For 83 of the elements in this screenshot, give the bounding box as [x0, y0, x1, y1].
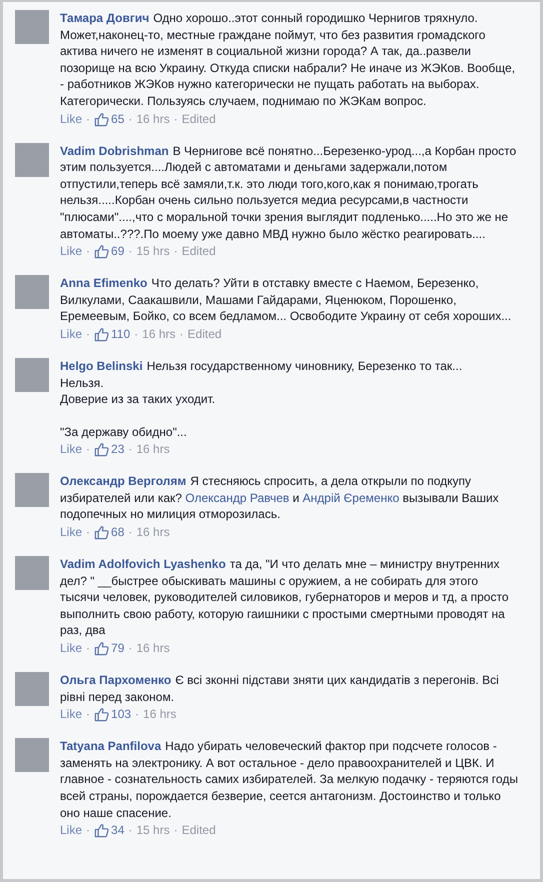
thumbs-up-icon [94, 823, 110, 838]
comment-text: Vadim Dobrishman В Чернигове всё понятно...Березенко-урод...,а Корбан просто этим пользуется....Людей с автоматами и деньгами задержали,потом отпустили,теперь всё замяли,т.к. это люди того,кого,как я понимаю,трогать нельзя.....Корбан очень сильно пользуется медиа ресурсами,в частности "плюсами"....,что с моральной точки зрения выглядит подленько.....Но это же не автоматы..???.По моему уже давно МВД нужно было жёстко реагировать.... [60, 142, 518, 242]
thumbs-up-icon [94, 326, 110, 342]
timestamp: 16 hrs [136, 524, 170, 542]
avatar-placeholder [15, 358, 49, 392]
comment-text: Anna Efimenko Что делать? Уйти в отставку вместе с Наемом, Березенко, Вилкулами, Саакашвили, Машами Гайдарами, Яценюком, Порошенко, Еремеевым, Бойко, со всем бедламом... Освободите Украину от себя хороших... [60, 275, 512, 325]
like-link[interactable]: Like [60, 524, 82, 542]
separator-dot: · [180, 326, 184, 343]
like-count: 69 [111, 243, 124, 260]
timestamp: 16 hrs [143, 706, 176, 724]
like-link[interactable]: Like [60, 706, 82, 724]
comment-text: Vadim Adolfovich Lyashenko та да, "И что делать мне – министру внутренних дел? " __быстрее обыскивать машины с оружием, а не собирать для этого тысячи человек, руководителей силовиков, губернаторов и меров и тд, а просто выполнить свою работу, которую гаишники с простыми смертными проводят на раз, два [60, 556, 510, 640]
separator-dot: · [86, 243, 90, 260]
separator-dot: · [128, 243, 132, 260]
comment-text: Helgo Belinski Нельзя государственному чиновнику, Березенко то так... Нельзя. Доверие из за таких уходит. [60, 358, 464, 408]
like-count: 34 [111, 822, 124, 840]
separator-dot: · [86, 640, 90, 658]
like-link[interactable]: Like [60, 640, 82, 658]
separator-dot: · [174, 243, 178, 260]
like-count: 79 [111, 640, 124, 658]
separator-dot: · [174, 822, 178, 840]
avatar-placeholder [15, 556, 49, 590]
thumbs-up-icon [94, 112, 110, 127]
like-link[interactable]: Like [60, 441, 82, 458]
separator-dot: · [86, 524, 90, 542]
edited-label: Edited [182, 243, 216, 260]
avatar-placeholder [15, 142, 49, 177]
timestamp: 16 hrs [136, 441, 170, 458]
separator-dot: · [134, 326, 138, 343]
separator-dot: · [86, 110, 90, 128]
author-link[interactable]: Helgo Belinski [60, 358, 143, 373]
avatar-placeholder [15, 738, 49, 772]
separator-dot: · [128, 640, 132, 658]
avatar-placeholder [15, 672, 49, 706]
separator-dot: · [86, 326, 90, 343]
separator-dot: · [128, 110, 132, 128]
like-link[interactable]: Like [60, 243, 82, 260]
thumbs-up-icon [94, 641, 110, 656]
author-link[interactable]: Vadim Dobrishman [60, 144, 169, 158]
avatar-placeholder [15, 473, 49, 508]
separator-dot: · [135, 706, 140, 724]
like-link[interactable]: Like [60, 822, 82, 840]
like-count: 68 [111, 524, 124, 542]
timestamp: 16 hrs [142, 326, 176, 343]
like-link[interactable]: Like [60, 326, 82, 343]
like-count: 23 [111, 441, 124, 458]
timestamp: 16 hrs [136, 640, 170, 658]
author-link[interactable]: Ольга Пархоменко [60, 673, 172, 688]
comment-text: Тамара Довгич Одно хорошо..этот сонный городишко Чернигов тряхнуло. Может,наконец-то, местные граждане поймут, что без развития громадского актива ничего не изменят в социальной жизни города? А так, да..развели позорище на всю Украину. Откуда списки набрали? Не иначе из ЖЭКов. Вообще, - работников ЖЭКов нужно категорически не пущать работать на выборах. Категорически. Пользуясь случаем, поднимаю по ЖЭКам вопрос. [60, 10, 516, 110]
timestamp: 16 hrs [136, 110, 170, 128]
edited-label: Edited [188, 326, 222, 343]
comment-text: Олександр Верголям Я стесняюсь спросить, а дела открыли по подкупу избирателей или как? Олександр Равчев и Андрій Єременко вызывали Ваших подопечных но милиция отморозилась. [60, 473, 500, 524]
author-link[interactable]: Anna Efimenko [60, 276, 148, 290]
timestamp: 15 hrs [136, 822, 170, 840]
comment-text: Tatyana Panfilova Надо убирать человеческий фактор при подсчете голосов - заменять на электронику. А вот остальное - дело правоохранителей и ЦВК. И главное - сознательность самих избирателей. За мелкую подачку - теряются годы всей страны, порождается безверие, сеется антагонизм. Достоинство и только оно наше спасение. [60, 738, 518, 822]
thumbs-up-icon [94, 707, 110, 722]
timestamp: 15 hrs [136, 243, 170, 260]
like-count: 103 [111, 706, 132, 724]
thumbs-up-icon [94, 244, 110, 260]
avatar-placeholder [15, 275, 49, 310]
separator-dot: · [86, 706, 90, 724]
author-link[interactable]: Vadim Adolfovich Lyashenko [60, 557, 226, 572]
separator-dot: · [128, 524, 132, 542]
edited-label: Edited [182, 822, 216, 840]
comment-text: Ольга Пархоменко Є всі зконні підстави зняти цих кандидатів з перегонів. Всі рівні перед законом. [60, 672, 500, 706]
like-count: 110 [111, 326, 130, 343]
mention-link[interactable]: Олександр Равчев [185, 490, 290, 505]
like-count: 65 [111, 110, 124, 128]
separator-dot: · [174, 110, 178, 128]
author-link[interactable]: Tatyana Panfilova [60, 739, 162, 754]
thumbs-up-icon [94, 442, 110, 458]
avatar-placeholder [15, 10, 49, 44]
like-link[interactable]: Like [60, 110, 82, 128]
thumbs-up-icon [94, 525, 110, 540]
mention-link[interactable]: Андрій Єременко [302, 490, 400, 505]
author-link[interactable]: Тамара Довгич [60, 11, 150, 25]
separator-dot: · [128, 441, 132, 458]
comment-text: "За державу обидно"... [60, 424, 188, 440]
separator-dot: · [86, 822, 90, 840]
edited-label: Edited [182, 110, 216, 128]
author-link[interactable]: Олександр Верголям [60, 474, 186, 488]
separator-dot: · [86, 441, 90, 458]
separator-dot: · [128, 822, 132, 840]
